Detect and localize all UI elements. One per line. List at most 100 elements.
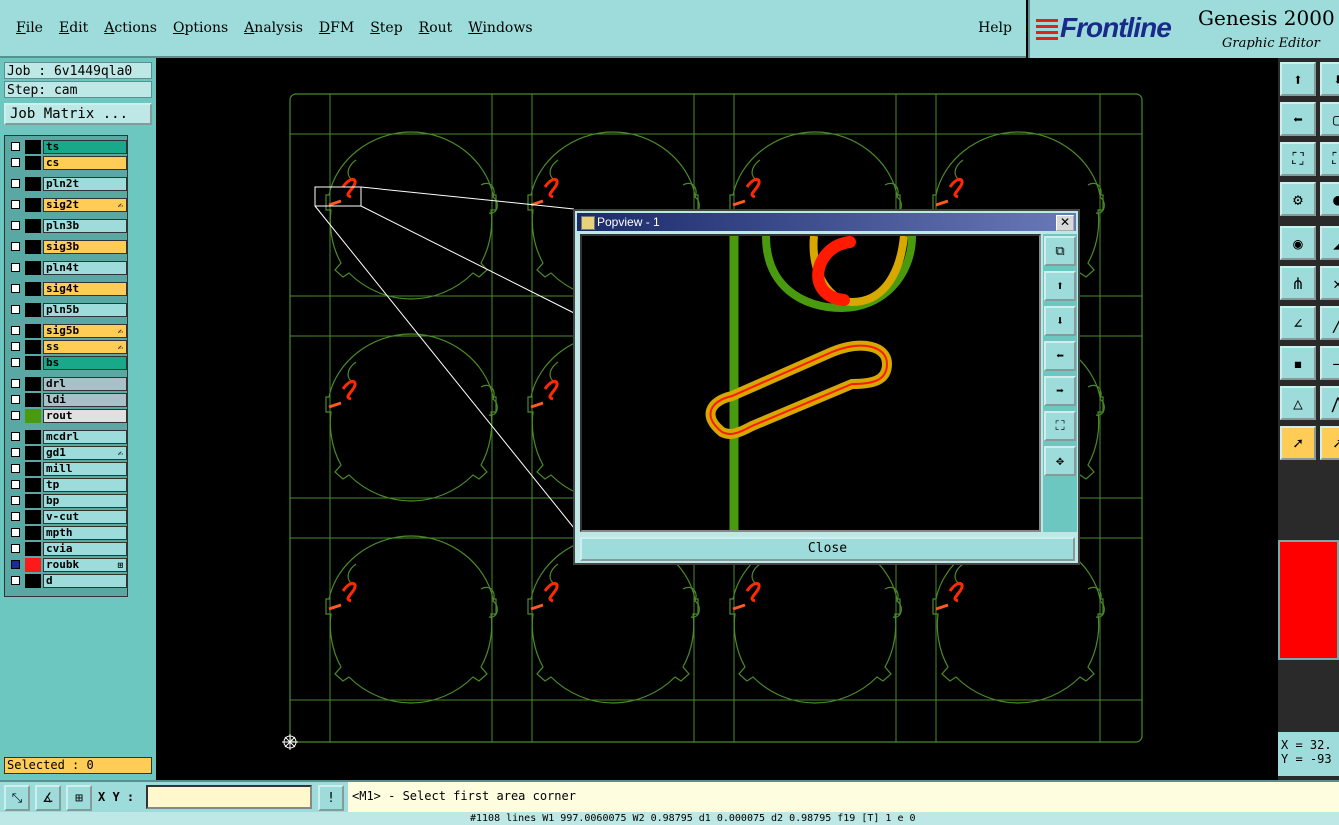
layer-color-swatch[interactable] [25,303,41,317]
layer-name[interactable]: ss ✍ [43,340,127,354]
layer-color-swatch[interactable] [25,156,41,170]
snap-icon[interactable]: ⤡ [4,785,30,811]
cross-icon[interactable]: ✕ [1320,266,1339,300]
layer-name[interactable]: d [43,574,127,588]
layer-name[interactable]: tp [43,478,127,492]
popview-canvas[interactable] [580,234,1041,532]
layer-checkbox[interactable] [11,528,20,537]
pan-left-icon[interactable]: ⬅ [1280,102,1316,136]
layer-checkbox[interactable] [11,358,20,367]
layer-color-swatch[interactable] [25,198,41,212]
alert-icon[interactable]: ! [318,785,344,811]
layer-color-swatch[interactable] [25,219,41,233]
layer-checkbox[interactable] [11,221,20,230]
zoom-fit-icon[interactable]: ⛶ [1280,142,1316,176]
layer-name[interactable]: ts [43,140,127,154]
menu-file[interactable]: File [8,20,51,36]
layer-color-swatch[interactable] [25,446,41,460]
layer-checkbox[interactable] [11,142,20,151]
layer-row[interactable]: pln4t [7,261,127,275]
layer-name[interactable]: pln4t [43,261,127,275]
menu-windows[interactable]: Windows [460,20,540,36]
layer-checkbox[interactable] [11,179,20,188]
pad-tool-icon[interactable]: ▪ [1280,346,1316,380]
layer-checkbox[interactable] [11,448,20,457]
layer-name[interactable]: pln3b [43,219,127,233]
layer-name[interactable]: mpth [43,526,127,540]
layer-name[interactable]: sig2t ✍ [43,198,127,212]
layer-checkbox[interactable] [11,326,20,335]
layer-name[interactable]: bs [43,356,127,370]
layer-row[interactable]: pln2t [7,177,127,191]
pointer-alt-icon[interactable]: ➚ [1320,426,1339,460]
layer-name[interactable]: pln5b [43,303,127,317]
menu-analysis[interactable]: Analysis [236,20,311,36]
layer-row[interactable]: mill [7,462,127,476]
layer-row[interactable]: ss ✍ [7,340,127,354]
layer-color-swatch[interactable] [25,393,41,407]
layer-checkbox[interactable] [11,342,20,351]
layer-checkbox[interactable] [11,411,20,420]
close-icon[interactable]: ✕ [1056,215,1074,231]
measure-icon[interactable]: ⚙ [1280,182,1316,216]
popview-up-icon[interactable]: ⬆ [1044,271,1076,301]
layer-checkbox[interactable] [11,512,20,521]
menu-dfm[interactable]: DFM [311,20,362,36]
layer-checkbox[interactable] [11,200,20,209]
layer-row[interactable]: ts [7,140,127,154]
grid-icon[interactable]: ⊞ [66,785,92,811]
layer-name[interactable]: mcdrl [43,430,127,444]
layer-name[interactable]: pln2t [43,177,127,191]
popview-left-icon[interactable]: ⬅ [1044,341,1076,371]
layer-name[interactable]: cs [43,156,127,170]
layer-row[interactable]: sig2t ✍ [7,198,127,212]
layer-checkbox[interactable] [11,496,20,505]
layer-name[interactable]: sig4t [43,282,127,296]
popview-zoom-icon[interactable]: ⧉ [1044,236,1076,266]
layer-checkbox[interactable] [11,464,20,473]
layer-color-swatch[interactable] [25,177,41,191]
layer-color-swatch[interactable] [25,526,41,540]
layer-row[interactable]: bs [7,356,127,370]
layer-color-swatch[interactable] [25,377,41,391]
layer-color-swatch[interactable] [25,430,41,444]
popview-right-icon[interactable]: ➡ [1044,376,1076,406]
record-icon[interactable]: ● [1320,182,1339,216]
layer-checkbox[interactable] [11,480,20,489]
layer-checkbox[interactable] [11,560,20,569]
pan-right-icon[interactable]: ▢ [1320,102,1339,136]
layer-name[interactable]: roubk ⊞ [43,558,127,572]
layer-name[interactable]: sig3b [43,240,127,254]
layer-row[interactable]: mcdrl [7,430,127,444]
layer-row[interactable]: roubk ⊞ [7,558,127,572]
dash-tool-icon[interactable]: — [1320,346,1339,380]
layer-color-swatch[interactable] [25,510,41,524]
layer-color-swatch[interactable] [25,240,41,254]
layer-row[interactable]: pln3b [7,219,127,233]
layer-checkbox[interactable] [11,263,20,272]
layer-name[interactable]: v-cut [43,510,127,524]
layer-name[interactable]: drl [43,377,127,391]
layer-row[interactable]: d [7,574,127,588]
layer-color-swatch[interactable] [25,261,41,275]
net-icon[interactable]: ⋔ [1280,266,1316,300]
popview-fit-icon[interactable]: ⛶ [1044,411,1076,441]
arc-tool-icon[interactable]: ⋀ [1320,386,1339,420]
layer-name[interactable]: sig5b ✍ [43,324,127,338]
layer-checkbox[interactable] [11,305,20,314]
layer-color-swatch[interactable] [25,140,41,154]
popview-down-icon[interactable]: ⬇ [1044,306,1076,336]
zoom-area-icon[interactable]: ⛶ [1320,142,1339,176]
layer-row[interactable]: rout [7,409,127,423]
menu-actions[interactable]: Actions [96,20,165,36]
layer-row[interactable]: mpth [7,526,127,540]
layer-name[interactable]: cvia [43,542,127,556]
layer-row[interactable]: drl [7,377,127,391]
menu-help[interactable]: Help [978,20,1012,36]
line-tool-icon[interactable]: ∠ [1280,306,1316,340]
layer-row[interactable]: cvia [7,542,127,556]
xy-input[interactable] [146,785,312,809]
angle-icon[interactable]: ◢ [1320,226,1339,260]
layer-color-swatch[interactable] [25,324,41,338]
close-button[interactable]: Close [580,537,1075,561]
